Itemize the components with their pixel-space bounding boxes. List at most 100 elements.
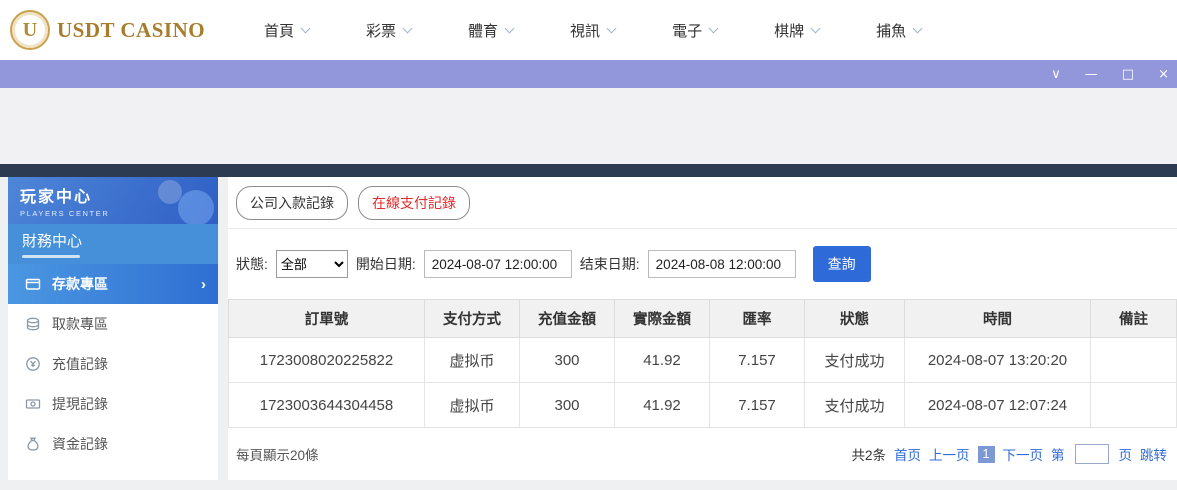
cell-order-number: 1723003644304458 <box>229 383 425 428</box>
col-exchange-rate: 匯率 <box>710 300 805 338</box>
logo-letter: U <box>23 19 37 42</box>
section-underline <box>22 255 80 258</box>
close-button[interactable]: × <box>1158 68 1169 81</box>
record-tabs: 公司入款記錄 在線支付記錄 <box>228 177 1177 228</box>
chevron-down-icon[interactable]: ∨ <box>1051 68 1061 81</box>
nav-label: 捕魚 <box>876 20 906 41</box>
cell-remark <box>1091 338 1177 383</box>
pagination: 共2条 首页 上一页 1 下一页 第 页 跳转 <box>851 444 1167 464</box>
nav-item-live[interactable]: 視訊 <box>570 20 615 41</box>
withdraw-coins-icon <box>25 316 41 332</box>
nav-label: 棋牌 <box>774 20 804 41</box>
nav-label: 視訊 <box>570 20 600 41</box>
start-date-input[interactable] <box>424 250 572 278</box>
nav-label: 首頁 <box>264 20 294 41</box>
payment-records-table: 訂單號 支付方式 充值金額 實際金額 匯率 狀態 時間 備註 172300802… <box>228 299 1177 428</box>
nav-label: 體育 <box>468 20 498 41</box>
logo-icon: U <box>10 10 50 50</box>
chevron-down-icon <box>403 23 413 33</box>
status-select[interactable]: 全部 <box>276 250 348 278</box>
cell-actual-amount: 41.92 <box>615 338 710 383</box>
col-payment-method: 支付方式 <box>425 300 520 338</box>
chevron-down-icon <box>301 23 311 33</box>
sidebar-item-recharge-record[interactable]: 充值記錄 <box>8 344 218 384</box>
total-count: 共2条 <box>851 444 886 464</box>
chevron-down-icon <box>607 23 617 33</box>
nav-item-home[interactable]: 首頁 <box>264 20 309 41</box>
col-remark: 備註 <box>1091 300 1177 338</box>
window-titlebar: ∨ — □ × <box>0 60 1177 88</box>
nav-item-cards[interactable]: 棋牌 <box>774 20 819 41</box>
sidebar-item-label: 取款專區 <box>52 314 108 334</box>
table-row: 1723003644304458 虚拟币 300 41.92 7.157 支付成… <box>229 383 1177 428</box>
cell-order-number: 1723008020225822 <box>229 338 425 383</box>
col-order-number: 訂單號 <box>229 300 425 338</box>
records-panel: 公司入款記錄 在線支付記錄 狀態: 全部 開始日期: 结束日期: 查詢 訂單號 … <box>228 177 1177 480</box>
deposit-card-icon <box>25 276 41 292</box>
start-date-label: 開始日期: <box>356 254 416 274</box>
sidebar-item-label: 充值記錄 <box>52 354 108 374</box>
sidebar-section-label: 財務中心 <box>22 230 218 251</box>
prev-page-link[interactable]: 上一页 <box>929 444 970 464</box>
filter-bar: 狀態: 全部 開始日期: 结束日期: 查詢 <box>228 228 1177 299</box>
cell-time: 2024-08-07 13:20:20 <box>905 338 1091 383</box>
funds-record-icon <box>25 436 41 452</box>
usdt-casino-logo[interactable]: U USDT CASINO <box>10 10 238 50</box>
nav-item-lottery[interactable]: 彩票 <box>366 20 411 41</box>
nav-item-slots[interactable]: 電子 <box>672 20 717 41</box>
sidebar-item-withdraw[interactable]: 取款專區 <box>8 304 218 344</box>
withdrawal-record-icon <box>25 396 41 412</box>
cell-payment-method: 虚拟币 <box>425 338 520 383</box>
chevron-down-icon <box>811 23 821 33</box>
decorative-bubble <box>178 190 214 224</box>
minimize-button[interactable]: — <box>1085 68 1098 81</box>
recharge-record-icon <box>25 356 41 372</box>
table-header-row: 訂單號 支付方式 充值金額 實際金額 匯率 狀態 時間 備註 <box>229 300 1177 338</box>
maximize-button[interactable]: □ <box>1122 68 1134 81</box>
cell-payment-method: 虚拟币 <box>425 383 520 428</box>
end-date-input[interactable] <box>648 250 796 278</box>
search-button[interactable]: 查詢 <box>813 246 871 282</box>
banner-area <box>0 88 1177 164</box>
nav-item-fishing[interactable]: 捕魚 <box>876 20 921 41</box>
nav-label: 電子 <box>672 20 702 41</box>
tab-company-deposit-record[interactable]: 公司入款記錄 <box>236 186 348 220</box>
sidebar-item-funds-record[interactable]: 資金記錄 <box>8 424 218 464</box>
chevron-down-icon <box>709 23 719 33</box>
main-nav: 首頁 彩票 體育 視訊 電子 棋牌 捕魚 <box>264 20 921 41</box>
table-row: 1723008020225822 虚拟币 300 41.92 7.157 支付成… <box>229 338 1177 383</box>
brand-name: USDT CASINO <box>57 18 205 43</box>
cell-status: 支付成功 <box>805 338 905 383</box>
col-status: 狀態 <box>805 300 905 338</box>
sidebar-header: 玩家中心 PLAYERS CENTER <box>8 177 218 224</box>
nav-label: 彩票 <box>366 20 396 41</box>
sidebar-item-label: 資金記錄 <box>52 434 108 454</box>
next-page-link[interactable]: 下一页 <box>1003 444 1044 464</box>
cell-status: 支付成功 <box>805 383 905 428</box>
cell-remark <box>1091 383 1177 428</box>
nav-item-sports[interactable]: 體育 <box>468 20 513 41</box>
current-page-badge: 1 <box>978 446 995 463</box>
jump-label-post: 页 <box>1119 444 1133 464</box>
tab-online-payment-record[interactable]: 在線支付記錄 <box>358 186 470 220</box>
page-size-text: 每頁顯示20條 <box>236 444 319 464</box>
first-page-link[interactable]: 首页 <box>894 444 921 464</box>
end-date-label: 结束日期: <box>580 254 640 274</box>
col-actual-amount: 實際金額 <box>615 300 710 338</box>
cell-deposit-amount: 300 <box>520 338 615 383</box>
sidebar-item-deposit[interactable]: 存款專區 › <box>8 264 218 304</box>
top-navigation-bar: U USDT CASINO 首頁 彩票 體育 視訊 電子 棋牌 捕魚 <box>0 0 1177 60</box>
col-time: 時間 <box>905 300 1091 338</box>
status-label: 狀態: <box>236 254 268 274</box>
jump-page-input[interactable] <box>1075 444 1109 464</box>
cell-exchange-rate: 7.157 <box>710 383 805 428</box>
sidebar-section-finance: 財務中心 <box>8 224 218 264</box>
table-footer: 每頁顯示20條 共2条 首页 上一页 1 下一页 第 页 跳转 <box>228 428 1177 464</box>
player-center-sidebar: 玩家中心 PLAYERS CENTER 財務中心 存款專區 › 取款專區 充值記… <box>8 177 218 480</box>
sidebar-item-withdrawal-record[interactable]: 提現記錄 <box>8 384 218 424</box>
chevron-right-icon: › <box>201 276 206 293</box>
sidebar-menu: 存款專區 › 取款專區 充值記錄 提現記錄 資金記錄 <box>8 264 218 464</box>
col-deposit-amount: 充值金額 <box>520 300 615 338</box>
sidebar-item-label: 提現記錄 <box>52 394 108 414</box>
jump-button[interactable]: 跳转 <box>1140 444 1167 464</box>
